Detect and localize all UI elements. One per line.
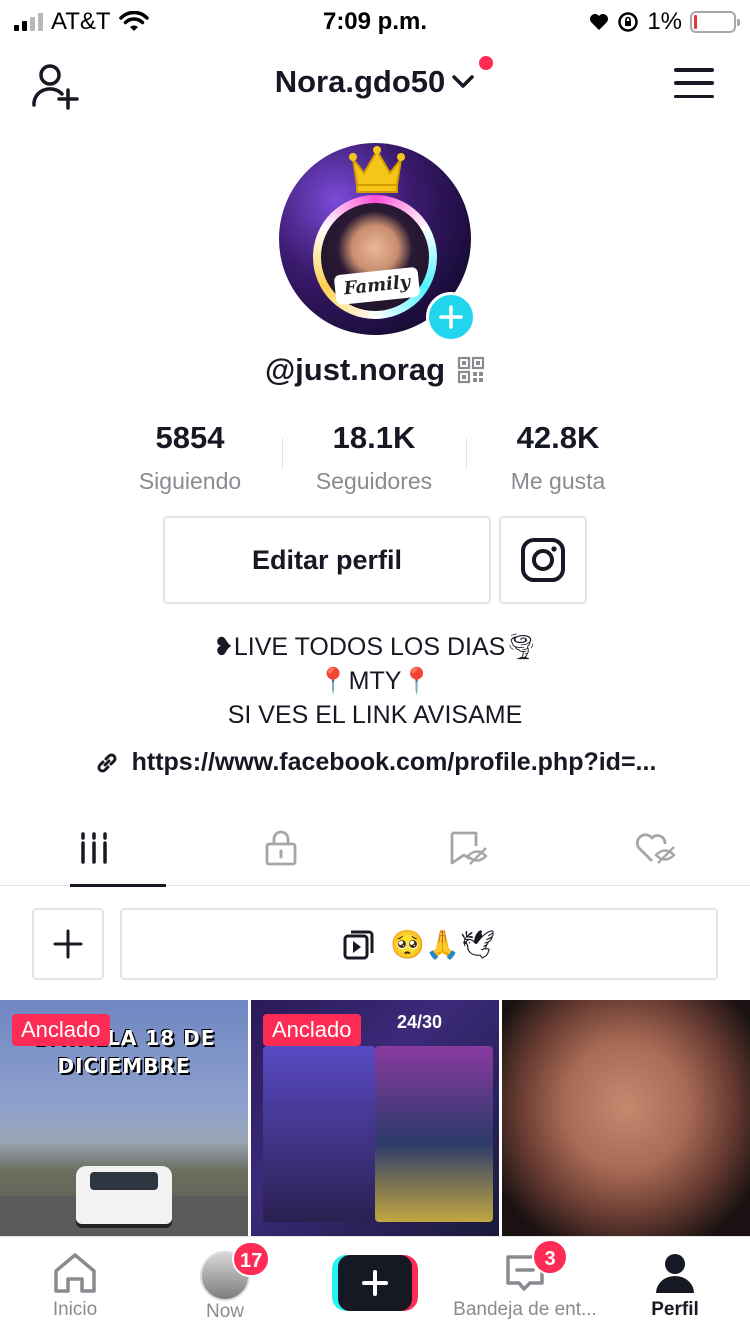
link-text: https://www.facebook.com/profile.php?id=… xyxy=(131,748,657,776)
home-icon xyxy=(54,1253,96,1293)
nav-create[interactable] xyxy=(300,1237,450,1334)
stat-value: 18.1K xyxy=(332,420,416,455)
lock-icon xyxy=(265,830,297,866)
nav-label: Now xyxy=(205,1301,244,1322)
tab-saved[interactable] xyxy=(375,810,563,886)
create-icon xyxy=(362,1270,388,1296)
battery-percent: 1% xyxy=(647,8,682,35)
account-switcher-label[interactable]: Nora.gdo50 xyxy=(274,56,494,100)
thumbnail-live-left xyxy=(263,1046,375,1222)
nav-label: Inicio xyxy=(52,1299,98,1320)
account-switcher[interactable]: Nora.gdo50 xyxy=(0,56,750,100)
status-bar: AT&T 7:09 p.m. 1% xyxy=(0,0,750,42)
bio-line: SI VES EL LINK AVISAME xyxy=(227,701,523,729)
bio-line: ❥LIVE TODOS LOS DIAS🌪 xyxy=(212,633,538,661)
bio-link[interactable]: https://www.facebook.com/profile.php?id=… xyxy=(0,748,750,783)
add-avatar-button[interactable] xyxy=(426,292,476,342)
pinned-badge: Anclado xyxy=(12,1014,110,1046)
create-button[interactable] xyxy=(332,1255,418,1311)
bio-line: 📍MTY📍 xyxy=(317,667,433,695)
stat-label: Siguiendo xyxy=(138,468,242,494)
add-playlist-button[interactable] xyxy=(32,908,104,980)
stat-followers[interactable]: 18.1K Seguidores xyxy=(282,420,466,494)
content-tabs xyxy=(0,810,750,887)
menu-icon[interactable] xyxy=(674,68,714,98)
nav-home[interactable]: Inicio xyxy=(0,1237,150,1334)
plus-icon xyxy=(53,929,83,959)
bottom-nav: Inicio Now 17 Bandeja de ent... 3 Perfil xyxy=(0,1236,750,1334)
playlist-card[interactable]: 🥺🙏🕊 xyxy=(120,908,718,980)
username-text: Nora.gdo50 xyxy=(274,64,446,99)
video-thumbnail[interactable]: 24/30 Anclado xyxy=(251,1000,499,1236)
edit-profile-button[interactable]: Editar perfil xyxy=(163,516,491,604)
tab-liked[interactable] xyxy=(563,810,750,886)
handle-text: @just.norag xyxy=(264,352,446,387)
nav-label: Bandeja de ent... xyxy=(453,1299,597,1320)
qr-code-icon[interactable] xyxy=(457,356,485,384)
video-thumbnail[interactable]: BATALLA 18 DE DICIEMBRE Anclado xyxy=(0,1000,248,1236)
video-thumbnail[interactable] xyxy=(502,1000,750,1236)
playlist-title: 🥺🙏🕊 xyxy=(390,928,496,960)
video-overlay-score: 24/30 xyxy=(397,1012,443,1032)
profile-stats: 5854 Siguiendo 18.1K Seguidores 42.8K Me… xyxy=(98,420,652,494)
stat-value: 42.8K xyxy=(516,420,600,455)
nav-inbox[interactable]: Bandeja de ent... 3 xyxy=(450,1237,600,1334)
status-right: 1% xyxy=(589,8,740,36)
stat-following[interactable]: 5854 Siguiendo xyxy=(98,420,282,494)
handle-row: @just.norag xyxy=(0,352,750,388)
stat-value: 5854 xyxy=(155,420,225,455)
instagram-icon xyxy=(521,538,565,582)
nav-profile[interactable]: Perfil xyxy=(600,1237,750,1334)
hidden-heart-icon xyxy=(636,833,676,864)
heart-icon xyxy=(590,14,609,30)
link-icon xyxy=(97,752,117,773)
rotation-lock-icon xyxy=(618,12,639,32)
playlist-icon xyxy=(343,930,374,960)
crown-icon xyxy=(349,146,405,193)
bio: ❥LIVE TODOS LOS DIAS🌪 📍MTY📍 SI VES EL LI… xyxy=(0,630,750,732)
profile-icon xyxy=(656,1254,694,1293)
instagram-button[interactable] xyxy=(499,516,587,604)
notification-badge: 17 xyxy=(232,1241,271,1277)
plus-icon xyxy=(439,305,463,329)
chevron-down-icon xyxy=(452,75,475,88)
grid-icon xyxy=(81,832,107,864)
tab-private[interactable] xyxy=(188,810,376,886)
nav-label: Perfil xyxy=(651,1299,699,1320)
battery-icon xyxy=(690,11,740,33)
stat-label: Seguidores xyxy=(315,468,433,494)
notification-dot xyxy=(479,56,494,70)
pinned-badge: Anclado xyxy=(263,1014,361,1046)
profile-header: Nora.gdo50 xyxy=(0,52,750,116)
video-grid: BATALLA 18 DE DICIEMBRE Anclado 24/30 An… xyxy=(0,1000,750,1236)
notification-badge: 3 xyxy=(532,1239,568,1275)
thumbnail-live-right xyxy=(375,1046,493,1222)
hidden-bookmark-icon xyxy=(450,831,488,865)
nav-now[interactable]: Now 17 xyxy=(150,1237,300,1334)
stat-likes[interactable]: 42.8K Me gusta xyxy=(466,420,650,494)
stat-label: Me gusta xyxy=(510,468,606,494)
tab-videos[interactable] xyxy=(0,810,188,887)
thumbnail-truck xyxy=(76,1166,172,1224)
